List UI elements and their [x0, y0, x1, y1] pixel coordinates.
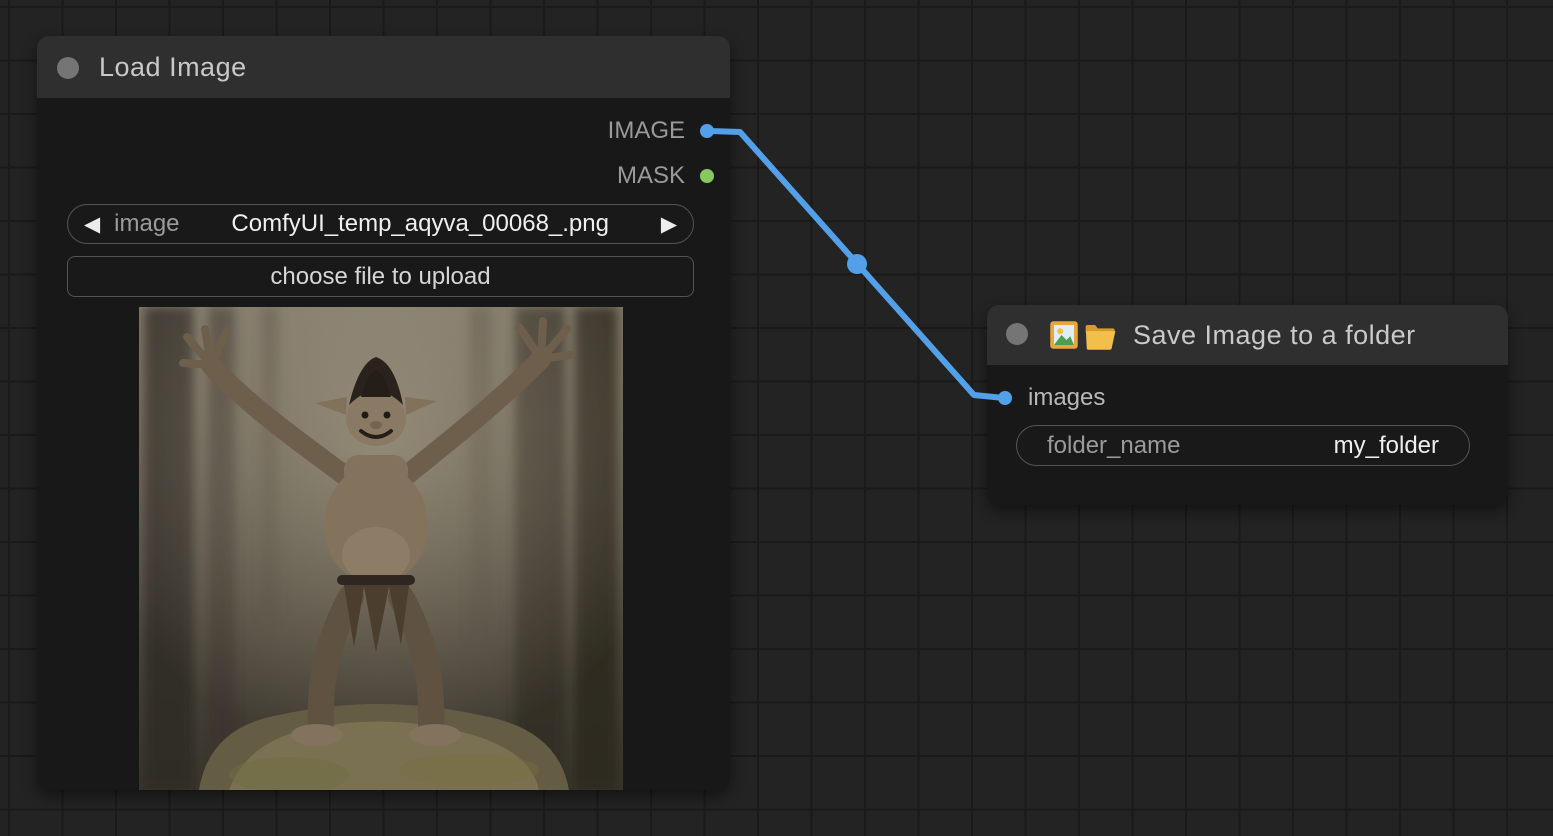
- image-output-port[interactable]: [699, 123, 715, 139]
- mask-output-port[interactable]: [699, 168, 715, 184]
- save-image-node-titlebar[interactable]: Save Image to a folder: [987, 305, 1508, 365]
- save-image-node[interactable]: Save Image to a folder images folder_nam…: [987, 305, 1508, 505]
- images-input-port[interactable]: [997, 390, 1013, 406]
- combo-next-icon[interactable]: ▶: [661, 214, 677, 235]
- output-label-mask: MASK: [37, 162, 685, 190]
- choose-file-button[interactable]: choose file to upload: [67, 256, 694, 297]
- node-title: Load Image: [99, 36, 247, 98]
- collapse-dot-icon[interactable]: [57, 57, 79, 79]
- image-icon: [1049, 320, 1079, 350]
- image-preview: [139, 307, 623, 790]
- collapse-dot-icon[interactable]: [1006, 323, 1028, 345]
- folder-name-label: folder_name: [1047, 432, 1180, 460]
- folder-icon: [1084, 323, 1117, 350]
- node-title: Save Image to a folder: [1133, 305, 1416, 365]
- folder-name-value: my_folder: [1334, 432, 1439, 460]
- output-label-image: IMAGE: [37, 117, 685, 145]
- node-graph-canvas[interactable]: Load Image IMAGE MASK ◀ image ComfyUI_te…: [0, 0, 1553, 836]
- input-label-images: images: [1028, 384, 1105, 412]
- link-image-to-images[interactable]: [710, 131, 1004, 398]
- link-midpoint-dot[interactable]: [847, 254, 867, 274]
- folder-name-widget[interactable]: folder_name my_folder: [1016, 425, 1470, 466]
- combo-value: ComfyUI_temp_aqyva_00068_.png: [194, 210, 647, 238]
- load-image-node[interactable]: Load Image IMAGE MASK ◀ image ComfyUI_te…: [37, 36, 730, 790]
- combo-prev-icon[interactable]: ◀: [84, 214, 100, 235]
- troll-forest-illustration: [139, 307, 623, 790]
- image-combo-widget[interactable]: ◀ image ComfyUI_temp_aqyva_00068_.png ▶: [67, 204, 694, 244]
- combo-label: image: [114, 210, 179, 238]
- load-image-node-titlebar[interactable]: Load Image: [37, 36, 730, 98]
